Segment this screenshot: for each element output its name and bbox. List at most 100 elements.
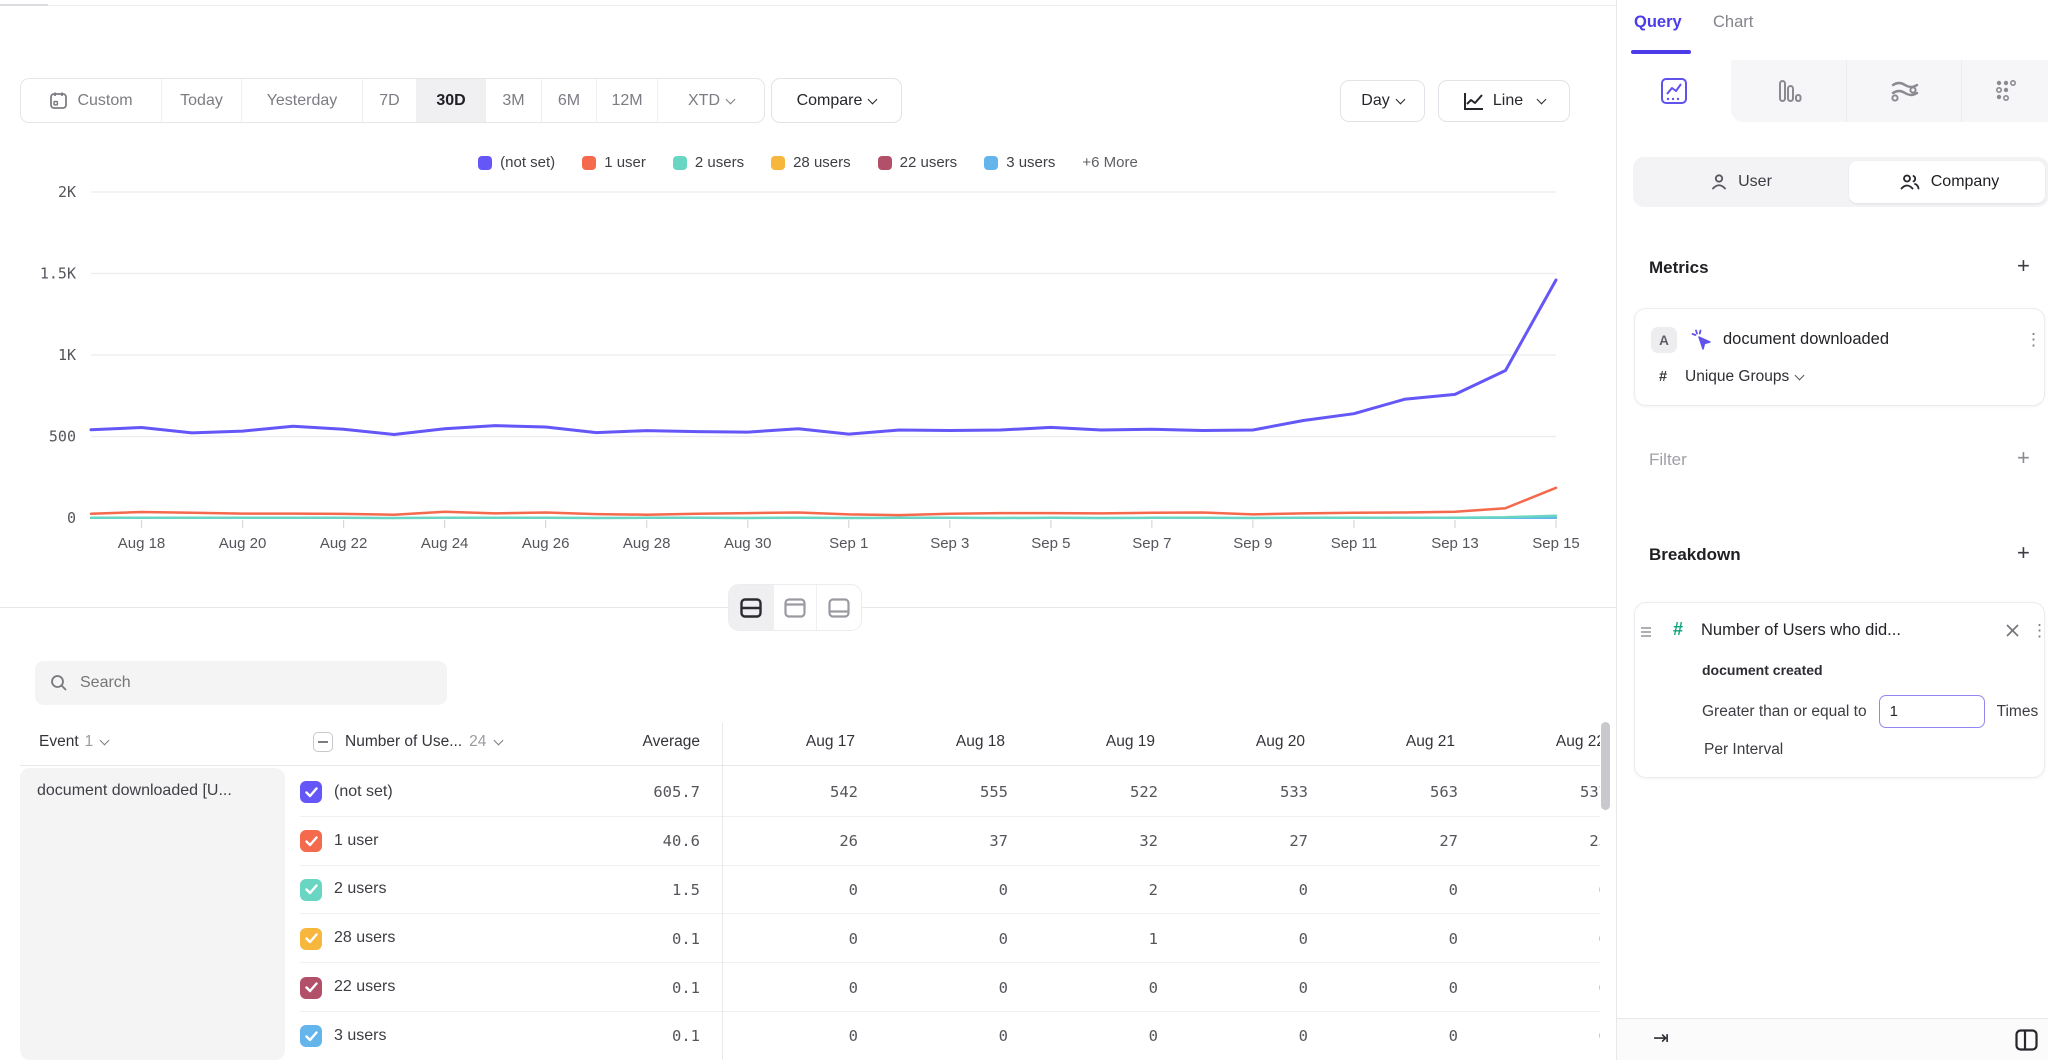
x-axis-label: Sep 11 bbox=[1331, 535, 1377, 552]
series-2-users[interactable] bbox=[91, 516, 1556, 518]
row-checkbox[interactable] bbox=[300, 830, 322, 852]
table-row: 22 users0.1000000 bbox=[300, 963, 1600, 1012]
per-interval-label: Per Interval bbox=[1704, 741, 1783, 759]
group-count: 24 bbox=[469, 733, 486, 751]
row-value: 0 bbox=[1488, 930, 1600, 948]
row-checkbox[interactable] bbox=[300, 781, 322, 803]
tab-query[interactable]: Query bbox=[1634, 13, 1682, 32]
times-value-input[interactable] bbox=[1879, 695, 1985, 728]
collapse-panel-icon[interactable]: ⇥ bbox=[1653, 1027, 1669, 1050]
range-label: 3M bbox=[502, 92, 524, 110]
range-7d-button[interactable]: 7D bbox=[363, 79, 417, 122]
row-value: 0 bbox=[888, 881, 1008, 899]
interval-dropdown[interactable]: Day bbox=[1340, 80, 1425, 122]
row-value: 0 bbox=[1038, 979, 1158, 997]
viz-line-tab[interactable] bbox=[1617, 60, 1731, 122]
chart-type-label: Line bbox=[1493, 92, 1523, 110]
layout-split-button[interactable] bbox=[729, 585, 773, 630]
measure-selector[interactable]: Unique Groups bbox=[1685, 368, 1803, 386]
table-row: (not set)605.7542555522533563537 bbox=[300, 768, 1600, 817]
breakdown-card[interactable]: # Number of Users who did... ⋮ document … bbox=[1634, 602, 2045, 778]
row-checkbox[interactable] bbox=[300, 977, 322, 999]
property-hash-icon: # bbox=[1673, 619, 1683, 640]
layout-top-button[interactable] bbox=[773, 585, 817, 630]
search-box[interactable] bbox=[35, 661, 447, 705]
date-column-header[interactable]: Aug 19 bbox=[1025, 733, 1155, 751]
row-checkbox[interactable] bbox=[300, 1025, 322, 1047]
select-all-checkbox[interactable] bbox=[313, 732, 333, 752]
row-average: 605.7 bbox=[560, 783, 700, 801]
event-count: 1 bbox=[85, 733, 94, 751]
row-value: 0 bbox=[1038, 1027, 1158, 1045]
x-axis-label: Aug 22 bbox=[320, 535, 368, 552]
range-6m-button[interactable]: 6M bbox=[542, 79, 597, 122]
range-12m-button[interactable]: 12M bbox=[597, 79, 658, 122]
row-value: 0 bbox=[1338, 881, 1458, 899]
x-axis-label: Aug 18 bbox=[118, 535, 166, 552]
series--not-set-[interactable] bbox=[91, 280, 1556, 435]
date-column-header[interactable]: Aug 17 bbox=[725, 733, 855, 751]
chart-type-dropdown[interactable]: Line bbox=[1438, 80, 1570, 122]
measure-hash-icon: # bbox=[1659, 369, 1667, 385]
row-checkbox[interactable] bbox=[300, 879, 322, 901]
date-column-header[interactable]: Aug 18 bbox=[875, 733, 1005, 751]
range-label: 12M bbox=[611, 92, 642, 110]
panel-layout-icon[interactable] bbox=[2015, 1029, 2038, 1051]
add-metric-button[interactable]: + bbox=[2017, 256, 2030, 276]
viz-grid-tab[interactable] bbox=[1961, 60, 2048, 122]
row-value: 25 bbox=[1488, 832, 1600, 850]
layout-split-icon bbox=[740, 598, 762, 618]
group-column-header[interactable]: Number of Use... 24 bbox=[345, 733, 502, 751]
date-column-header[interactable]: Aug 22 bbox=[1475, 733, 1600, 751]
row-average: 1.5 bbox=[560, 881, 700, 899]
close-icon[interactable] bbox=[2005, 623, 2020, 638]
line-viz-icon bbox=[1660, 77, 1688, 105]
row-average: 0.1 bbox=[560, 1027, 700, 1045]
range-30d-button[interactable]: 30D bbox=[417, 79, 486, 122]
range-custom-button[interactable]: Custom bbox=[21, 79, 162, 122]
y-axis-label: 1.5K bbox=[40, 265, 76, 283]
row-value: 0 bbox=[1338, 930, 1458, 948]
scope-user-option[interactable]: User bbox=[1633, 157, 1849, 207]
date-column-header[interactable]: Aug 21 bbox=[1325, 733, 1455, 751]
range-today-button[interactable]: Today bbox=[162, 79, 242, 122]
viz-bar-tab[interactable] bbox=[1731, 60, 1846, 122]
add-filter-button[interactable]: + bbox=[2017, 448, 2030, 468]
search-icon bbox=[50, 674, 68, 692]
breakdown-kebab-icon[interactable]: ⋮ bbox=[2031, 621, 2048, 641]
metric-event-name[interactable]: document downloaded bbox=[1723, 330, 1889, 349]
layout-bottom-icon bbox=[828, 598, 850, 618]
row-value: 0 bbox=[738, 1027, 858, 1045]
row-checkbox[interactable] bbox=[300, 928, 322, 950]
metrics-heading: Metrics bbox=[1649, 258, 1709, 278]
line-chart[interactable]: 05001K1.5K2KAug 18Aug 20Aug 22Aug 24Aug … bbox=[0, 140, 1616, 560]
date-column-header[interactable]: Aug 20 bbox=[1175, 733, 1305, 751]
layout-bottom-button[interactable] bbox=[817, 585, 861, 630]
range-3m-button[interactable]: 3M bbox=[486, 79, 542, 122]
scope-company-option[interactable]: Company bbox=[1849, 157, 2048, 207]
series-1-user[interactable] bbox=[91, 488, 1556, 515]
row-value: 27 bbox=[1338, 832, 1458, 850]
tab-chart[interactable]: Chart bbox=[1713, 13, 1753, 32]
chevron-down-icon bbox=[868, 94, 878, 104]
add-breakdown-button[interactable]: + bbox=[2017, 543, 2030, 563]
average-column-header[interactable]: Average bbox=[560, 733, 700, 751]
chevron-down-icon bbox=[1395, 95, 1405, 105]
event-column-header[interactable]: Event 1 bbox=[39, 733, 108, 751]
table-body: (not set)605.75425555225335635371 user40… bbox=[0, 766, 1600, 1060]
breakdown-property[interactable]: Number of Users who did... bbox=[1701, 621, 1901, 640]
range-yesterday-button[interactable]: Yesterday bbox=[242, 79, 363, 122]
search-input[interactable] bbox=[80, 674, 410, 692]
times-unit-label: Times bbox=[1997, 703, 2039, 721]
range-xtd-button[interactable]: XTD bbox=[658, 79, 764, 122]
viz-flow-tab[interactable] bbox=[1846, 60, 1961, 122]
drag-handle-icon[interactable] bbox=[1640, 625, 1652, 639]
metric-card[interactable]: A document downloaded ⋮ # Unique Groups bbox=[1634, 308, 2045, 406]
table-scrollbar[interactable] bbox=[1601, 722, 1610, 810]
compare-button[interactable]: Compare bbox=[771, 78, 902, 123]
metric-kebab-icon[interactable]: ⋮ bbox=[2025, 330, 2042, 350]
line-chart-icon bbox=[1463, 91, 1485, 111]
company-icon bbox=[1899, 173, 1921, 191]
x-axis-label: Sep 9 bbox=[1233, 535, 1272, 552]
row-value: 0 bbox=[738, 881, 858, 899]
